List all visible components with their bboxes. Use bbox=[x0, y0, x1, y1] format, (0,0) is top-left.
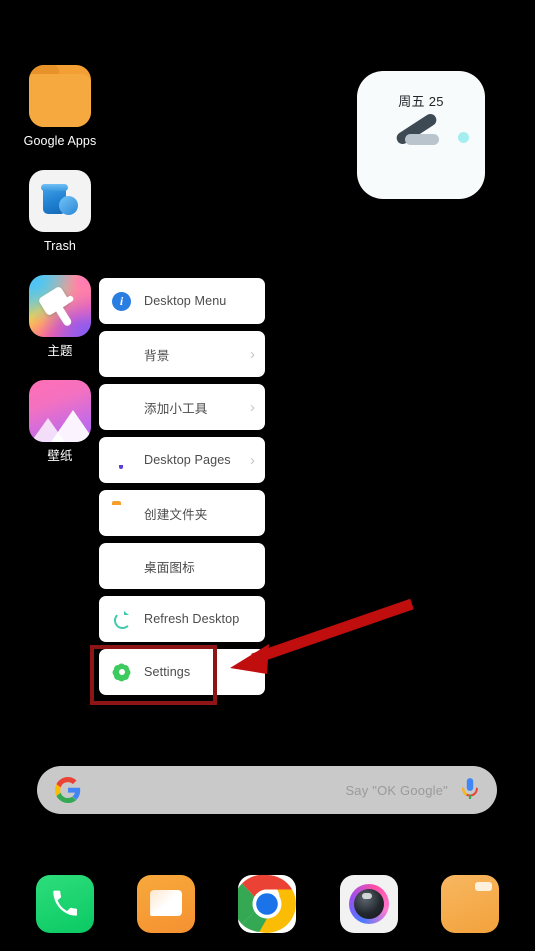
desktop-icon-wallpaper[interactable]: 壁纸 bbox=[12, 380, 108, 464]
menu-item-label: 创建文件夹 bbox=[144, 507, 208, 522]
info-icon: i bbox=[112, 291, 131, 311]
menu-item-label: Desktop Pages bbox=[144, 453, 231, 467]
clock-widget[interactable]: 周五 25 bbox=[357, 71, 485, 199]
menu-item-label: Settings bbox=[144, 665, 191, 679]
checkbox-icon bbox=[112, 557, 131, 576]
refresh-icon bbox=[112, 610, 131, 629]
menu-item-refresh-desktop[interactable]: Refresh Desktop bbox=[99, 596, 265, 642]
dock-item-chrome[interactable] bbox=[238, 875, 297, 933]
wallpaper-mountains-icon bbox=[29, 380, 91, 442]
menu-item-add-widget[interactable]: 添加小工具 › bbox=[99, 384, 265, 430]
menu-item-label: 添加小工具 bbox=[144, 401, 208, 416]
dock-item-camera[interactable] bbox=[339, 875, 398, 933]
monitor-icon bbox=[112, 451, 131, 470]
folder-icon bbox=[112, 504, 131, 523]
folder-icon bbox=[29, 65, 91, 127]
desktop-icon-label: 主题 bbox=[47, 344, 73, 358]
dock bbox=[0, 869, 535, 939]
microphone-icon[interactable] bbox=[459, 777, 481, 803]
menu-item-label: Refresh Desktop bbox=[144, 612, 240, 626]
desktop-context-menu: i Desktop Menu 背景 › 添加小工具 › Desktop Page… bbox=[99, 278, 265, 702]
clock-widget-date: 周五 25 bbox=[398, 94, 444, 109]
menu-item-settings[interactable]: Settings bbox=[99, 649, 265, 695]
menu-item-label: 桌面图标 bbox=[144, 560, 195, 575]
desktop-icon-label: 壁纸 bbox=[47, 449, 73, 463]
theme-paint-roller-icon bbox=[29, 275, 91, 337]
menu-item-desktop-icons[interactable]: 桌面图标 bbox=[99, 543, 265, 589]
chrome-icon bbox=[238, 875, 297, 933]
search-input[interactable]: Say "OK Google" bbox=[345, 783, 448, 798]
desktop-icon-label: Trash bbox=[44, 239, 76, 253]
clock-accent-dot-icon bbox=[458, 132, 469, 143]
desktop-icon-trash[interactable]: Trash bbox=[12, 170, 108, 254]
home-screen: Google Apps Trash 主题 壁纸 周五 25 i Desktop … bbox=[0, 0, 535, 951]
google-search-bar[interactable]: Say "OK Google" bbox=[37, 766, 497, 814]
desktop-icon-label: Google Apps bbox=[23, 134, 97, 148]
menu-item-label: Desktop Menu bbox=[144, 294, 227, 308]
chevron-right-icon: › bbox=[250, 398, 255, 416]
files-folder-icon bbox=[475, 882, 493, 891]
chevron-right-icon: › bbox=[250, 345, 255, 363]
dock-item-files[interactable] bbox=[441, 875, 500, 933]
clock-minute-hand-icon bbox=[405, 134, 439, 145]
clock-icon bbox=[112, 398, 131, 417]
menu-item-desktop-menu[interactable]: i Desktop Menu bbox=[99, 278, 265, 324]
image-icon bbox=[112, 345, 131, 364]
dock-item-messages[interactable] bbox=[137, 875, 196, 933]
desktop-icon-google-apps[interactable]: Google Apps bbox=[12, 65, 108, 149]
menu-item-background[interactable]: 背景 › bbox=[99, 331, 265, 377]
gear-icon bbox=[110, 661, 133, 683]
trash-icon bbox=[29, 170, 91, 232]
desktop-icon-theme[interactable]: 主题 bbox=[12, 275, 108, 359]
phone-icon bbox=[53, 890, 77, 916]
dock-item-phone[interactable] bbox=[35, 875, 94, 933]
menu-item-create-folder[interactable]: 创建文件夹 bbox=[99, 490, 265, 536]
menu-item-label: 背景 bbox=[144, 348, 170, 363]
google-g-icon bbox=[55, 777, 81, 803]
chevron-right-icon: › bbox=[250, 451, 255, 469]
menu-item-desktop-pages[interactable]: Desktop Pages › bbox=[99, 437, 265, 483]
